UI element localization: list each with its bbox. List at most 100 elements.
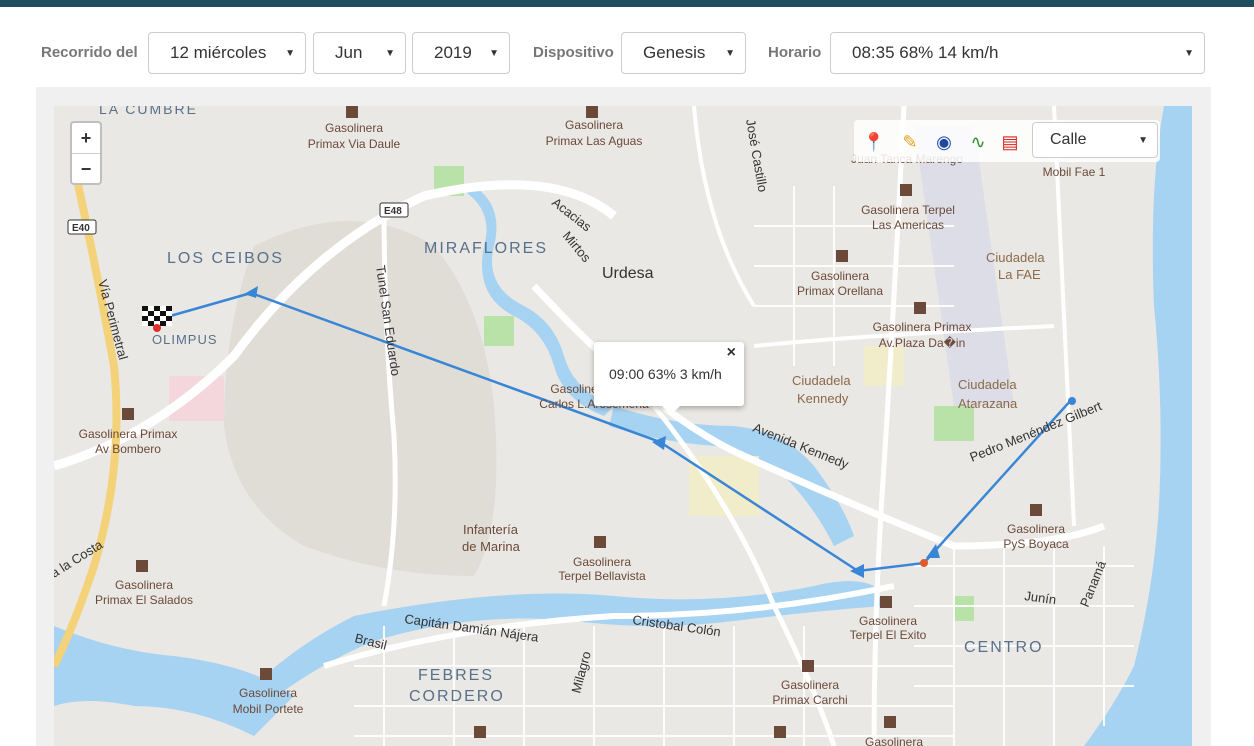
gas-station-label: Gasolinera	[781, 678, 839, 692]
gas-station-label: Gasolinera Primax	[873, 320, 972, 334]
month-value: Jun	[335, 43, 363, 62]
gas-station-icon	[836, 250, 848, 262]
gas-station-label: Gasolinera	[811, 269, 869, 283]
gas-station-label: Primax Orellana	[797, 284, 883, 298]
chevron-down-icon: ▼	[1184, 48, 1194, 59]
place-label: Atarazana	[958, 396, 1018, 411]
e40-label: E40	[72, 223, 90, 234]
chevron-down-icon: ▼	[285, 48, 295, 59]
salado-water	[54, 626, 294, 736]
gas-station-label: Gasolinera	[239, 686, 297, 700]
place-label: La FAE	[998, 267, 1041, 282]
place-label: de Marina	[462, 539, 521, 554]
checkered-flag-icon[interactable]	[142, 306, 172, 332]
place-label: Kennedy	[797, 391, 849, 406]
park	[954, 596, 974, 621]
route-icon[interactable]: ∿	[966, 130, 990, 154]
map-toolbar: 📍 ✎ ◉ ∿ ▤ Calle ▼	[854, 120, 1160, 162]
day-value: 12 miércoles	[170, 43, 267, 62]
place-label: Ciudadela	[986, 250, 1045, 265]
e48-label: E48	[384, 206, 402, 217]
recorrido-label: Recorrido del	[41, 44, 138, 61]
district-label: CORDERO	[409, 688, 505, 705]
map-canvas: E40 E48 LA CUMBRE LOS CEIBOS OLIMPUS MIR…	[54, 106, 1192, 746]
gas-station-icon	[594, 536, 606, 548]
close-icon[interactable]: ×	[727, 344, 736, 362]
street-label: José Castillo	[743, 118, 771, 193]
device-value: Genesis	[643, 43, 706, 62]
schedule-value: 08:35 68% 14 km/h	[852, 43, 999, 62]
district-label: LA CUMBRE	[99, 106, 198, 117]
gas-station-icon	[1030, 504, 1042, 516]
street-label: Junín	[1024, 588, 1058, 607]
pdf-icon[interactable]: ▤	[998, 130, 1022, 154]
district-label: MIRAFLORES	[424, 240, 548, 257]
gas-station-icon	[884, 716, 896, 728]
gas-station-icon	[774, 726, 786, 738]
district-label: OLIMPUS	[152, 332, 218, 347]
day-select[interactable]: 12 miércoles ▼	[148, 32, 306, 74]
gas-station-label: Gasoline	[550, 382, 598, 396]
gas-station-label: Gasolinera Terpel	[861, 203, 955, 217]
chevron-down-icon: ▼	[1138, 135, 1148, 146]
street-label: Milagro	[568, 650, 594, 695]
gas-station-label: Gasolinera	[865, 735, 923, 746]
gas-station-label: Las Americas	[872, 218, 944, 232]
gas-station-icon	[260, 668, 272, 680]
globe-icon[interactable]: ◉	[932, 130, 956, 154]
year-select[interactable]: 2019 ▼	[412, 32, 510, 74]
gas-station-label: Gasolinera	[325, 121, 383, 135]
gas-station-icon	[802, 660, 814, 672]
gas-station-icon	[880, 596, 892, 608]
gas-station-icon	[914, 302, 926, 314]
place-label: Ciudadela	[958, 377, 1017, 392]
gas-station-label: Gasolinera	[859, 614, 917, 628]
map[interactable]: E40 E48 LA CUMBRE LOS CEIBOS OLIMPUS MIR…	[54, 106, 1192, 746]
gas-station-label: Gasolinera	[565, 118, 623, 132]
zoom-in-button[interactable]: +	[72, 123, 100, 154]
gas-station-icon	[136, 560, 148, 572]
year-value: 2019	[434, 43, 472, 62]
gas-station-label: Primax Carchi	[772, 693, 847, 707]
gas-station-label: Av Bombero	[95, 442, 161, 456]
zoom-out-button[interactable]: −	[72, 154, 100, 184]
gas-station-label: Gasolinera	[573, 555, 631, 569]
gas-station-label: Terpel Bellavista	[558, 569, 646, 583]
place-label: Ciudadela	[792, 373, 851, 388]
popup-tip	[662, 406, 680, 415]
district-label: LOS CEIBOS	[167, 250, 284, 267]
paint-icon[interactable]: ✎	[898, 130, 922, 154]
street-label: Mirtos	[560, 228, 595, 265]
hospital-area	[169, 376, 224, 421]
place-label: Infantería	[463, 522, 519, 537]
gas-station-label: Mobil Portete	[233, 702, 304, 716]
month-select[interactable]: Jun ▼	[313, 32, 406, 74]
schedule-select[interactable]: 08:35 68% 14 km/h ▼	[830, 32, 1205, 74]
device-select[interactable]: Genesis ▼	[621, 32, 746, 74]
chevron-down-icon: ▼	[385, 48, 395, 59]
gas-station-icon	[474, 726, 486, 738]
end-marker-icon	[920, 559, 928, 567]
gas-station-icon	[900, 184, 912, 196]
hills	[224, 221, 497, 576]
gas-station-label: PyS Boyaca	[1003, 537, 1069, 551]
gas-station-icon	[586, 106, 598, 118]
map-layer-select[interactable]: Calle ▼	[1032, 122, 1158, 158]
gas-station-label: Mobil Fae 1	[1043, 165, 1106, 179]
park	[934, 406, 974, 441]
map-layer-value: Calle	[1050, 131, 1087, 148]
info-popup: × 09:00 63% 3 km/h	[594, 342, 744, 415]
pins-icon[interactable]: 📍	[862, 130, 886, 154]
gas-station-label: Gasolinera Primax	[79, 427, 178, 441]
via-perimetral-road	[54, 165, 121, 668]
chevron-down-icon: ▼	[489, 48, 499, 59]
filter-bar: Recorrido del 12 miércoles ▼ Jun ▼ 2019 …	[0, 32, 1254, 76]
park	[484, 316, 514, 346]
district-label: CENTRO	[964, 639, 1044, 656]
sea	[1084, 106, 1192, 746]
gas-station-label: Primax Las Aguas	[546, 134, 643, 148]
gas-station-label: Av.Plaza Da�in	[879, 336, 966, 350]
gas-station-label: Primax El Salados	[95, 593, 193, 607]
zoom-control: + −	[70, 121, 102, 185]
gas-station-icon	[346, 106, 358, 118]
